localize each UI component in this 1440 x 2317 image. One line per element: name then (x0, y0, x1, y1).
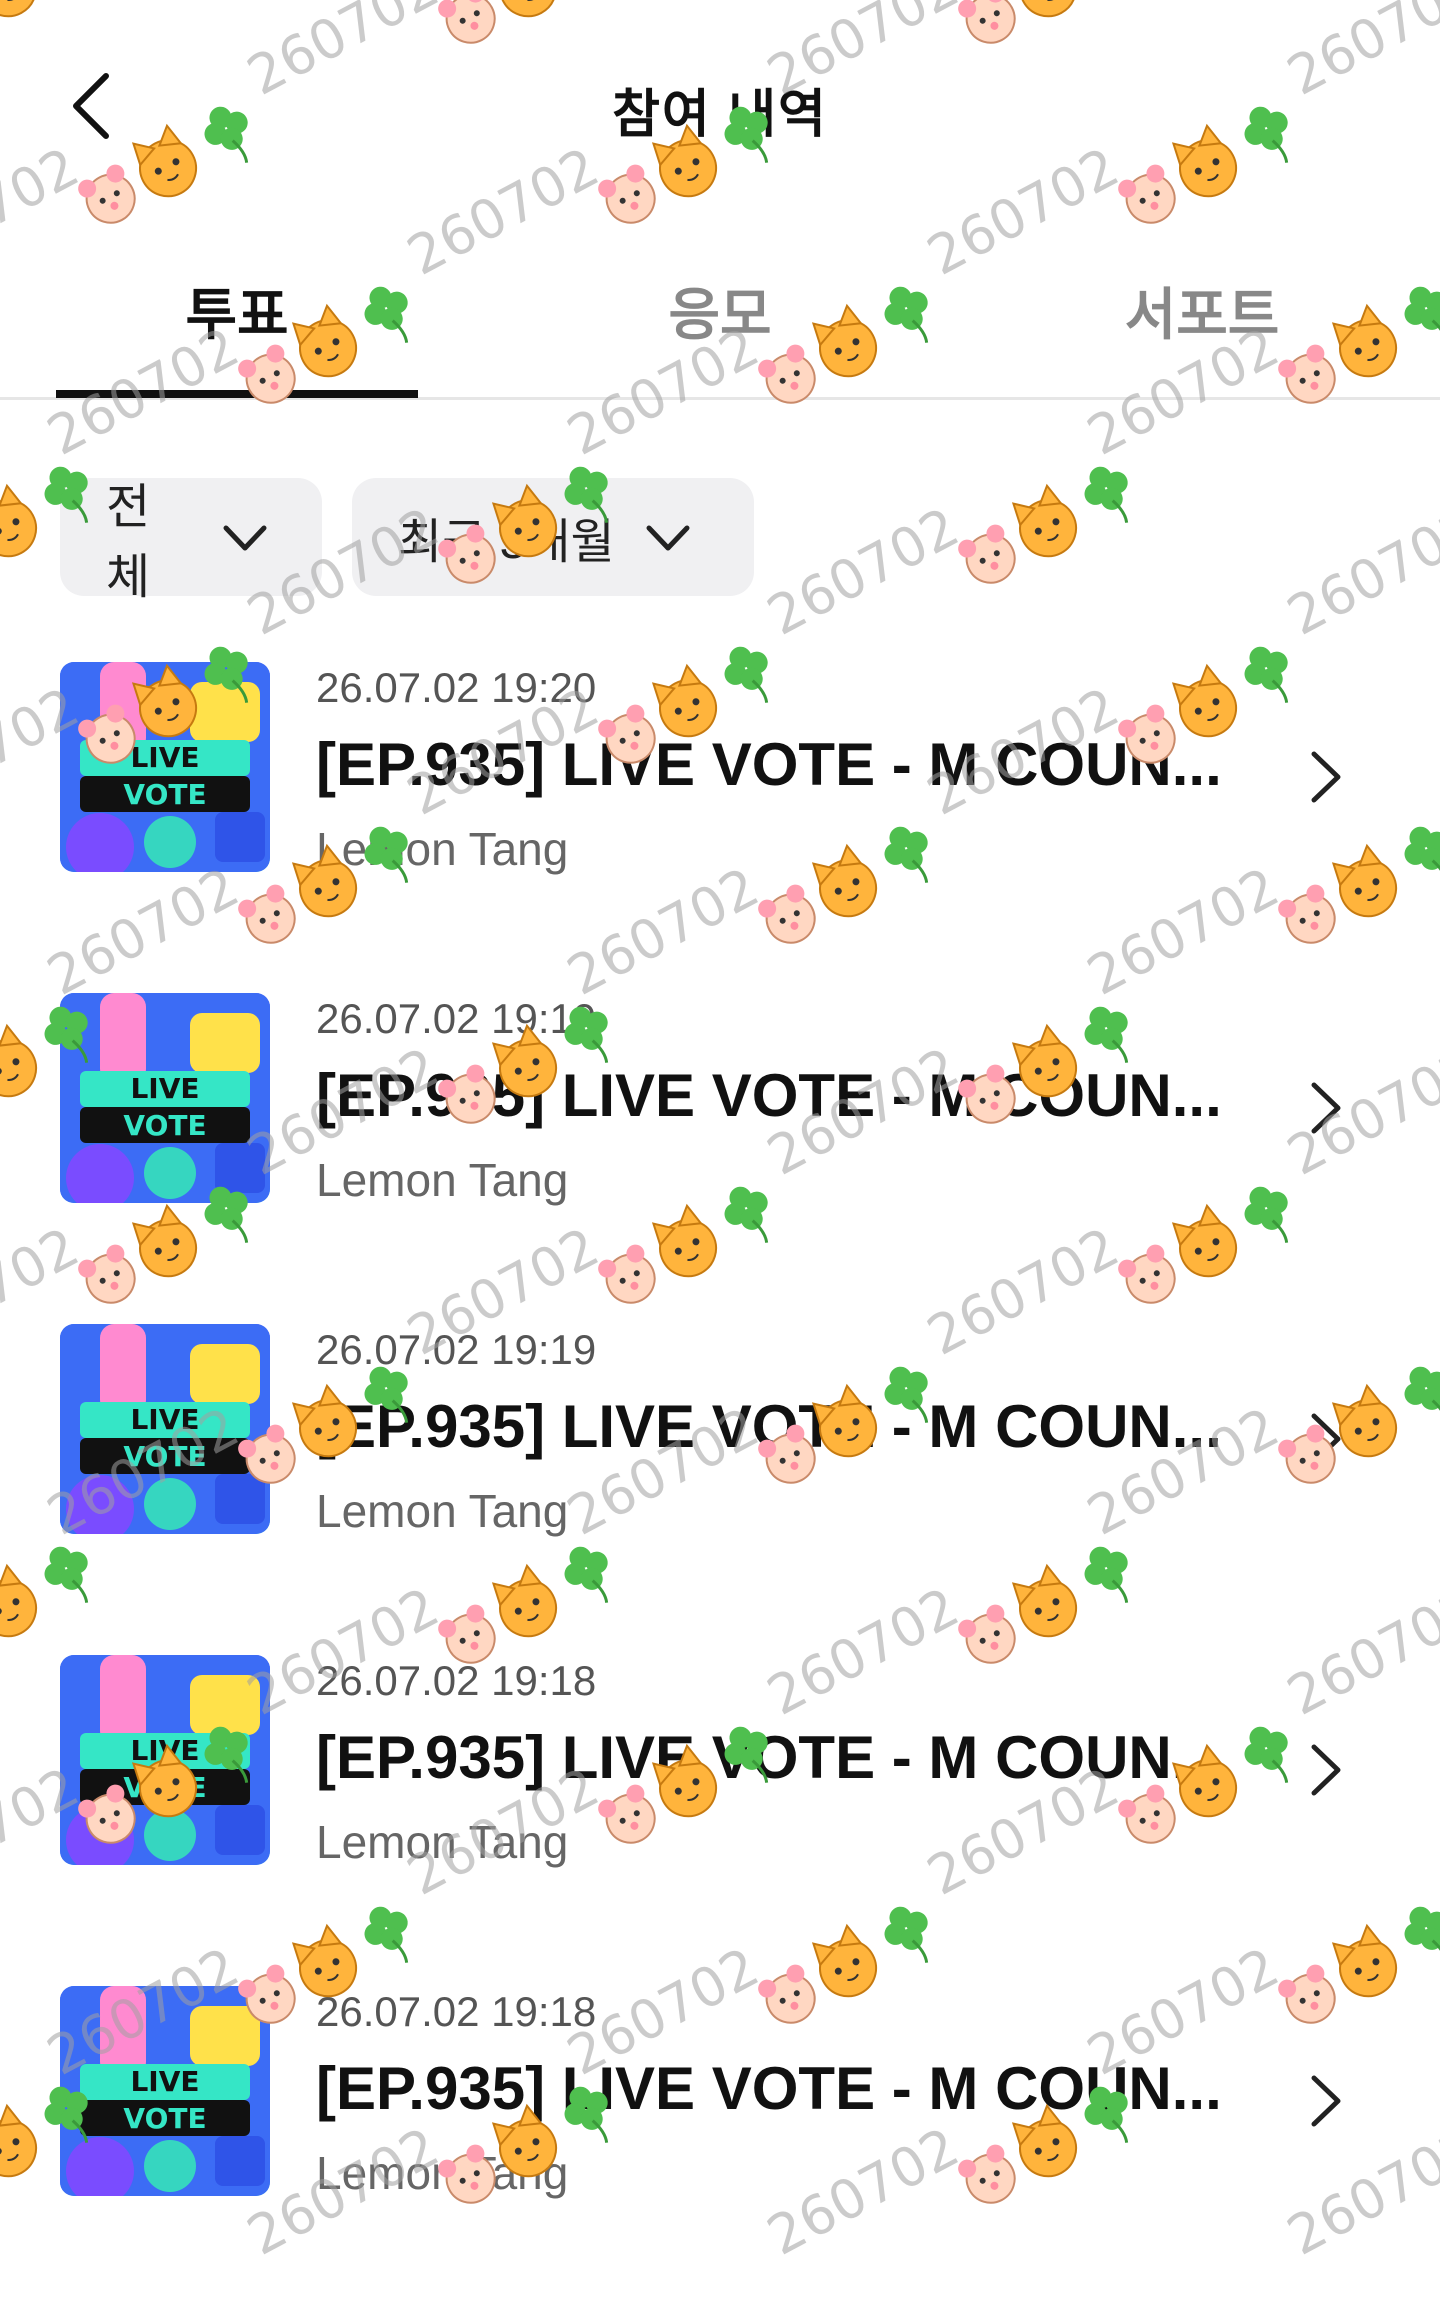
thumbnail-live-text: LIVE (130, 1072, 199, 1105)
live-vote-thumbnail: LIVE VOTE (60, 1655, 270, 1865)
filter-bar: 전체 최근 3개월 (60, 478, 754, 604)
thumbnail-vote-text: VOTE (123, 1771, 206, 1804)
list-item[interactable]: LIVE VOTE 26.07.02 19:20 [EP.935] LIVE V… (0, 662, 1440, 993)
thumbnail-live-text: LIVE (130, 1403, 199, 1436)
live-vote-thumbnail: LIVE VOTE (60, 1986, 270, 2196)
item-date: 26.07.02 19:19 (316, 1326, 597, 1373)
tab-entry[interactable]: 응모 (540, 270, 900, 351)
category-filter-dropdown[interactable]: 전체 (60, 478, 322, 604)
item-subtitle: Lemon Tang (316, 823, 569, 875)
thumbnail-vote-text: VOTE (123, 2102, 206, 2135)
watermark-text: 260702 (757, 495, 969, 648)
watermark-text: 260702 (1277, 495, 1440, 648)
live-vote-thumbnail: LIVE VOTE (60, 993, 270, 1203)
category-filter-label: 전체 (106, 481, 151, 604)
thumbnail-live-text: LIVE (130, 741, 199, 774)
item-subtitle: Lemon Tang (316, 1485, 569, 1537)
period-filter-dropdown[interactable]: 최근 3개월 (352, 478, 754, 596)
cat-icon (1011, 483, 1078, 558)
chevron-right-icon (1300, 2066, 1350, 2136)
tab-bar: 투표 응모 서포트 (0, 240, 1440, 400)
thumbnail-vote-text: VOTE (123, 1440, 206, 1473)
watermark-emoji-group (944, 435, 1167, 604)
item-title: [EP.935] LIVE VOTE - M COUN... (316, 1062, 1222, 1129)
chevron-right-icon (1300, 1073, 1350, 1143)
tab-support[interactable]: 서포트 (1022, 270, 1382, 351)
list-item[interactable]: LIVE VOTE 26.07.02 19:18 [EP.935] LIVE V… (0, 1986, 1440, 2317)
chevron-down-icon (218, 510, 272, 564)
chevron-down-icon (641, 510, 695, 564)
hamster-icon (958, 524, 1016, 584)
active-tab-indicator (56, 390, 418, 398)
cat-icon (0, 483, 38, 558)
tab-vote[interactable]: 투표 (57, 270, 417, 351)
page-title: 참여 내역 (612, 86, 828, 144)
participation-list: LIVE VOTE 26.07.02 19:20 [EP.935] LIVE V… (0, 662, 1440, 2317)
item-title: [EP.935] LIVE VOTE - M COUN... (316, 731, 1222, 798)
live-vote-thumbnail: LIVE VOTE (60, 1324, 270, 1534)
list-item[interactable]: LIVE VOTE 26.07.02 19:18 [EP.935] LIVE V… (0, 1655, 1440, 1986)
header-bar: 참여 내역 (0, 0, 1440, 210)
clover-icon (1084, 466, 1129, 523)
thumbnail-vote-text: VOTE (123, 1109, 206, 1142)
item-subtitle: Lemon Tang (316, 1154, 569, 1206)
thumbnail-vote-text: VOTE (123, 778, 206, 811)
item-title: [EP.935] LIVE VOTE - M COUN... (316, 1724, 1222, 1791)
item-date: 26.07.02 19:18 (316, 1657, 597, 1704)
item-subtitle: Lemon Tang (316, 1816, 569, 1868)
item-date: 26.07.02 19:19 (316, 995, 597, 1042)
item-date: 26.07.02 19:20 (316, 664, 597, 711)
item-date: 26.07.02 19:18 (316, 1988, 597, 2035)
chevron-right-icon (1300, 742, 1350, 812)
item-title: [EP.935] LIVE VOTE - M COUN... (316, 1393, 1222, 1460)
list-item[interactable]: LIVE VOTE 26.07.02 19:19 [EP.935] LIVE V… (0, 1324, 1440, 1655)
live-vote-thumbnail: LIVE VOTE (60, 662, 270, 872)
chevron-right-icon (1300, 1735, 1350, 1805)
thumbnail-live-text: LIVE (130, 1734, 199, 1767)
thumbnail-live-text: LIVE (130, 2065, 199, 2098)
item-title: [EP.935] LIVE VOTE - M COUN... (316, 2055, 1222, 2122)
item-subtitle: Lemon Tang (316, 2147, 569, 2199)
list-item[interactable]: LIVE VOTE 26.07.02 19:19 [EP.935] LIVE V… (0, 993, 1440, 1324)
period-filter-label: 최근 3개월 (398, 516, 615, 569)
chevron-right-icon (1300, 1404, 1350, 1474)
